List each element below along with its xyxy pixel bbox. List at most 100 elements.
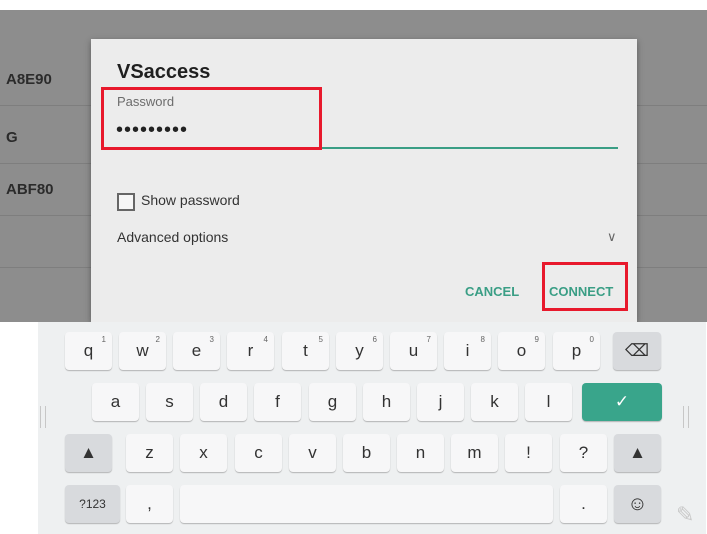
shift-icon: ▲ <box>629 443 646 462</box>
status-bar <box>0 0 707 10</box>
key-n[interactable]: n <box>397 434 444 472</box>
wifi-network-name: ABF80 <box>6 181 54 198</box>
key-hint: 5 <box>318 335 323 344</box>
key-b[interactable]: b <box>343 434 390 472</box>
key-label: t <box>303 341 308 360</box>
key-g[interactable]: g <box>309 383 356 421</box>
key-f[interactable]: f <box>254 383 301 421</box>
key-label: p <box>571 341 582 360</box>
key-question[interactable]: ? <box>560 434 607 472</box>
key-label: q <box>83 341 94 360</box>
key-c[interactable]: c <box>235 434 282 472</box>
show-password-label[interactable]: Show password <box>141 192 240 208</box>
key-h[interactable]: h <box>363 383 410 421</box>
key-label: r <box>247 341 254 360</box>
key-y[interactable]: y6 <box>336 332 383 370</box>
check-icon: ✓ <box>614 392 630 411</box>
brush-icon[interactable]: ✎ <box>676 502 694 528</box>
key-label: y <box>355 341 364 360</box>
key-hint: 1 <box>101 335 106 344</box>
key-label: b <box>361 443 372 462</box>
password-highlight-box <box>101 87 322 150</box>
key-l[interactable]: l <box>525 383 572 421</box>
key-x[interactable]: x <box>180 434 227 472</box>
shift-key-right[interactable]: ▲ <box>614 434 661 472</box>
key-w[interactable]: w2 <box>119 332 166 370</box>
key-label: o <box>516 341 527 360</box>
chevron-down-icon[interactable]: ∨ <box>607 229 617 245</box>
key-exclamation[interactable]: ! <box>505 434 552 472</box>
key-j[interactable]: j <box>417 383 464 421</box>
advanced-options-label[interactable]: Advanced options <box>117 229 228 245</box>
key-d[interactable]: d <box>200 383 247 421</box>
symbols-key[interactable]: ?123 <box>65 485 120 523</box>
key-label: v <box>308 443 317 462</box>
cancel-button[interactable]: CANCEL <box>465 284 519 299</box>
key-label: , <box>147 494 152 513</box>
key-r[interactable]: r4 <box>227 332 274 370</box>
key-label: z <box>145 443 154 462</box>
key-label: x <box>199 443 208 462</box>
emoji-icon: ☺ <box>627 492 648 515</box>
key-hint: 3 <box>209 335 214 344</box>
key-label: s <box>165 392 174 411</box>
wifi-network-name: A8E90 <box>6 71 52 88</box>
key-label: g <box>327 392 338 411</box>
key-label: ? <box>578 443 589 462</box>
key-hint: 9 <box>534 335 539 344</box>
key-u[interactable]: u7 <box>390 332 437 370</box>
key-label: k <box>490 392 499 411</box>
onscreen-keyboard: q1 w2 e3 r4 t5 y6 u7 i8 o9 p0 ⌫ a s d f … <box>0 322 707 534</box>
key-k[interactable]: k <box>471 383 518 421</box>
backspace-icon: ⌫ <box>624 341 650 360</box>
dialog-title: VSaccess <box>117 61 211 83</box>
key-m[interactable]: m <box>451 434 498 472</box>
show-password-checkbox[interactable] <box>117 193 135 211</box>
enter-key[interactable]: ✓ <box>582 383 662 421</box>
key-o[interactable]: o9 <box>498 332 545 370</box>
key-hint: 6 <box>372 335 377 344</box>
key-p[interactable]: p0 <box>553 332 600 370</box>
space-key[interactable] <box>180 485 553 523</box>
key-label: c <box>254 443 263 462</box>
key-z[interactable]: z <box>126 434 173 472</box>
connect-highlight-box <box>542 262 628 311</box>
keyboard-drag-handle[interactable] <box>683 406 689 428</box>
key-label: h <box>381 392 392 411</box>
comma-key[interactable]: , <box>126 485 173 523</box>
key-s[interactable]: s <box>146 383 193 421</box>
wifi-connect-dialog: VSaccess Password ••••••••• Show passwor… <box>91 39 637 322</box>
key-label: n <box>415 443 426 462</box>
key-label: a <box>110 392 121 411</box>
key-t[interactable]: t5 <box>282 332 329 370</box>
key-hint: 2 <box>155 335 160 344</box>
key-label: i <box>465 341 470 360</box>
emoji-key[interactable]: ☺ <box>614 485 661 523</box>
key-label: l <box>546 392 551 411</box>
period-key[interactable]: . <box>560 485 607 523</box>
key-label: f <box>275 392 280 411</box>
wifi-network-name: G <box>6 129 18 146</box>
key-hint: 8 <box>480 335 485 344</box>
shift-icon: ▲ <box>80 443 97 462</box>
key-label: . <box>581 494 586 513</box>
key-label: u <box>408 341 419 360</box>
key-label: ! <box>526 443 531 462</box>
key-a[interactable]: a <box>92 383 139 421</box>
key-label: m <box>467 443 482 462</box>
key-hint: 7 <box>426 335 431 344</box>
keyboard-drag-handle[interactable] <box>40 406 46 428</box>
key-label: d <box>218 392 229 411</box>
key-hint: 0 <box>589 335 594 344</box>
key-label: ?123 <box>79 497 106 511</box>
key-label: e <box>191 341 202 360</box>
key-i[interactable]: i8 <box>444 332 491 370</box>
key-v[interactable]: v <box>289 434 336 472</box>
shift-key-left[interactable]: ▲ <box>65 434 112 472</box>
key-label: j <box>438 392 443 411</box>
key-label: w <box>136 341 149 360</box>
key-hint: 4 <box>263 335 268 344</box>
key-e[interactable]: e3 <box>173 332 220 370</box>
backspace-key[interactable]: ⌫ <box>613 332 661 370</box>
key-q[interactable]: q1 <box>65 332 112 370</box>
